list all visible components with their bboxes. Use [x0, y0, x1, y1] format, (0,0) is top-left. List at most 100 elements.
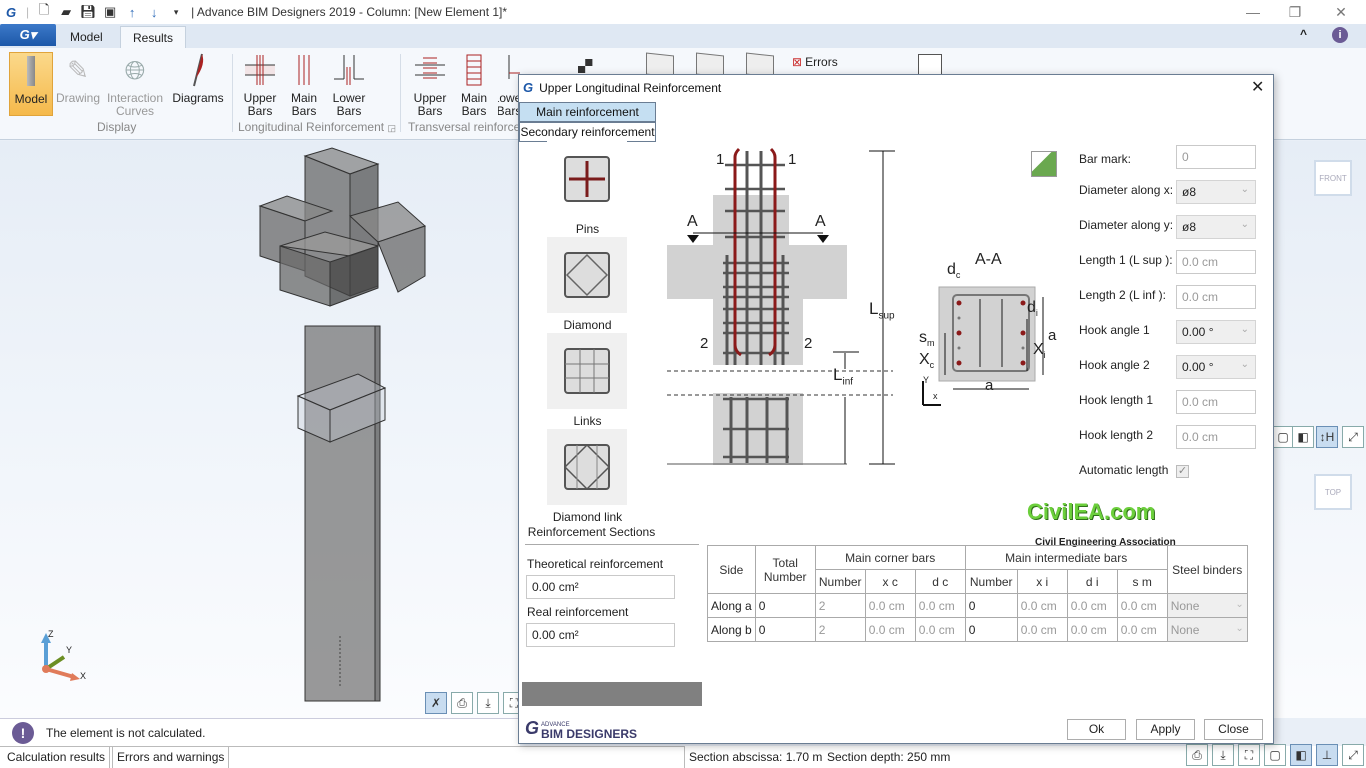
save-as-icon[interactable]: ▣ [99, 1, 121, 23]
horizontal-dimension-button[interactable]: ⊥ [1316, 744, 1338, 766]
section-pins[interactable] [547, 141, 627, 217]
app-menu-button[interactable]: G▾ [0, 24, 56, 46]
interaction-curves-button[interactable]: 🌐︎ Interaction Curves [104, 52, 166, 118]
download-button[interactable]: ⤓ [477, 692, 499, 714]
print-button[interactable]: ⎙ [1186, 744, 1208, 766]
xi-cell[interactable]: 0.0 cm [1016, 617, 1068, 642]
zoom-extents-button[interactable]: ⤢ [1342, 744, 1364, 766]
new-file-icon[interactable]: 🗋 [33, 1, 55, 23]
sm-cell[interactable]: 0.0 cm [1116, 617, 1168, 642]
section-diamond[interactable] [547, 237, 627, 313]
trans-lower-bars-button[interactable]: Lower Bars [498, 52, 520, 118]
upper-bars-icon [242, 52, 278, 88]
diagrams-button[interactable]: Diagrams [170, 52, 226, 105]
wireframe-view-button[interactable]: ▢ [1264, 744, 1286, 766]
xc-cell[interactable]: 0.0 cm [864, 617, 916, 642]
model-view-button[interactable]: Model [9, 52, 53, 116]
corner-number-cell[interactable]: 2 [814, 593, 866, 618]
trans-main-bars-button[interactable]: Main Bars [455, 52, 493, 118]
restore-button[interactable]: ❐ [1272, 0, 1318, 24]
vertical-dimension-button[interactable]: ↕H [1316, 426, 1338, 448]
length1-field[interactable]: 0.0 cm [1176, 250, 1256, 274]
xc-cell[interactable]: 0.0 cm [864, 593, 916, 618]
xc-label: Xc [919, 351, 934, 370]
lsup-sub: sup [878, 310, 895, 322]
globe-mesh-icon: 🌐︎ [124, 54, 146, 85]
xi-cell[interactable]: 0.0 cm [1016, 593, 1068, 618]
dc-sub: c [955, 270, 961, 281]
diameter-x-value: ø8 [1182, 185, 1197, 199]
trans-main-bars-label: Main Bars [460, 91, 487, 118]
info-button[interactable]: i [1332, 27, 1348, 43]
minimize-button[interactable]: — [1230, 0, 1276, 24]
automatic-length-checkbox[interactable]: ✓ [1176, 465, 1189, 478]
section-links[interactable] [547, 333, 627, 409]
diameter-x-select[interactable]: ø8 ⌄ [1176, 180, 1256, 204]
open-icon[interactable]: ▰ [55, 1, 77, 23]
download-button[interactable]: ⤓ [1212, 744, 1234, 766]
edit-bar-icon[interactable] [1031, 151, 1057, 177]
hook-angle2-select[interactable]: 0.00 ° ⌄ [1176, 355, 1256, 379]
long-lower-bars-button[interactable]: Lower Bars [328, 52, 370, 118]
view-cube-top[interactable]: TOP [1314, 474, 1352, 510]
total-number-cell[interactable]: 0 [754, 617, 816, 642]
zoom-extents-button[interactable]: ⤢ [1342, 426, 1364, 448]
hook-angle1-select[interactable]: 0.00 ° ⌄ [1176, 320, 1256, 344]
di-cell[interactable]: 0.0 cm [1066, 593, 1118, 618]
wireframe-view-button[interactable]: ▢ [1272, 426, 1294, 448]
theoretical-reinforcement-field[interactable]: 0.00 cm² [526, 575, 675, 599]
close-button[interactable]: Close [1204, 719, 1263, 740]
trans-upper-bars-button[interactable]: Upper Bars [410, 52, 450, 118]
tab-secondary-reinforcement[interactable]: Secondary reinforcement [519, 122, 656, 142]
diameter-y-select[interactable]: ø8 ⌄ [1176, 215, 1256, 239]
shaded-view-button[interactable]: ◧ [1292, 426, 1314, 448]
ok-button[interactable]: Ok [1067, 719, 1126, 740]
section-abscissa: Section abscissa: 1.70 m [689, 750, 823, 764]
shaded-view-button[interactable]: ◧ [1290, 744, 1312, 766]
xc-sub: c [929, 360, 935, 371]
dropdown-icon[interactable]: ▾ [165, 1, 187, 23]
binders-select[interactable]: None ⌄ [1166, 617, 1248, 642]
dimension-icon[interactable] [918, 54, 942, 76]
tab-errors-warnings[interactable]: Errors and warnings [112, 747, 230, 768]
dc-cell[interactable]: 0.0 cm [914, 617, 966, 642]
drawing-button[interactable]: ✎ Drawing [54, 52, 102, 105]
total-number-cell[interactable]: 0 [754, 593, 816, 618]
dc-cell[interactable]: 0.0 cm [914, 593, 966, 618]
corner-number-cell[interactable]: 2 [814, 617, 866, 642]
warning-icon: ! [12, 721, 34, 744]
print-button[interactable]: ⎙ [451, 692, 473, 714]
tab-results[interactable]: Results [120, 26, 187, 48]
arrow-up-icon[interactable]: ↑ [121, 1, 143, 23]
save-icon[interactable]: 💾︎ [77, 1, 99, 23]
real-reinforcement-field[interactable]: 0.00 cm² [526, 623, 675, 647]
axis-x-label: X [80, 671, 87, 681]
arrow-down-icon[interactable]: ↓ [143, 1, 165, 23]
inter-number-cell[interactable]: 0 [964, 593, 1018, 618]
fit-view-button[interactable]: ⛶ [1238, 744, 1260, 766]
tools-button[interactable]: ✗ [425, 692, 447, 714]
collapse-ribbon-button[interactable]: ^ [1300, 27, 1307, 41]
apply-button[interactable]: Apply [1136, 719, 1195, 740]
tab-model[interactable]: Model [58, 26, 115, 48]
sm-cell[interactable]: 0.0 cm [1116, 593, 1168, 618]
binders-select[interactable]: None ⌄ [1166, 593, 1248, 618]
view-cube-front[interactable]: FRONT [1314, 160, 1352, 196]
long-upper-bars-button[interactable]: Upper Bars [240, 52, 280, 118]
bar-mark-field[interactable]: 0 [1176, 145, 1256, 169]
hook-length1-field[interactable]: 0.0 cm [1176, 390, 1256, 414]
length2-field[interactable]: 0.0 cm [1176, 285, 1256, 309]
dialog-close-icon[interactable]: ✕ [1251, 77, 1264, 97]
tab-main-reinforcement[interactable]: Main reinforcement [519, 102, 656, 122]
dialog-launcher-icon[interactable]: ◲ [387, 123, 396, 133]
long-main-bars-button[interactable]: Main Bars [285, 52, 323, 118]
section-axis-y: Y [923, 375, 930, 385]
inter-number-cell[interactable]: 0 [964, 617, 1018, 642]
hook-length2-field[interactable]: 0.0 cm [1176, 425, 1256, 449]
errors-button[interactable]: ⊠ Errors [792, 55, 838, 69]
di-cell[interactable]: 0.0 cm [1066, 617, 1118, 642]
close-window-button[interactable]: ✕ [1318, 0, 1364, 24]
tab-calculation-results[interactable]: Calculation results [3, 747, 111, 768]
section-diamond-link[interactable] [547, 429, 627, 505]
reinforcement-dialog: G Upper Longitudinal Reinforcement ✕ Mai… [518, 74, 1274, 744]
